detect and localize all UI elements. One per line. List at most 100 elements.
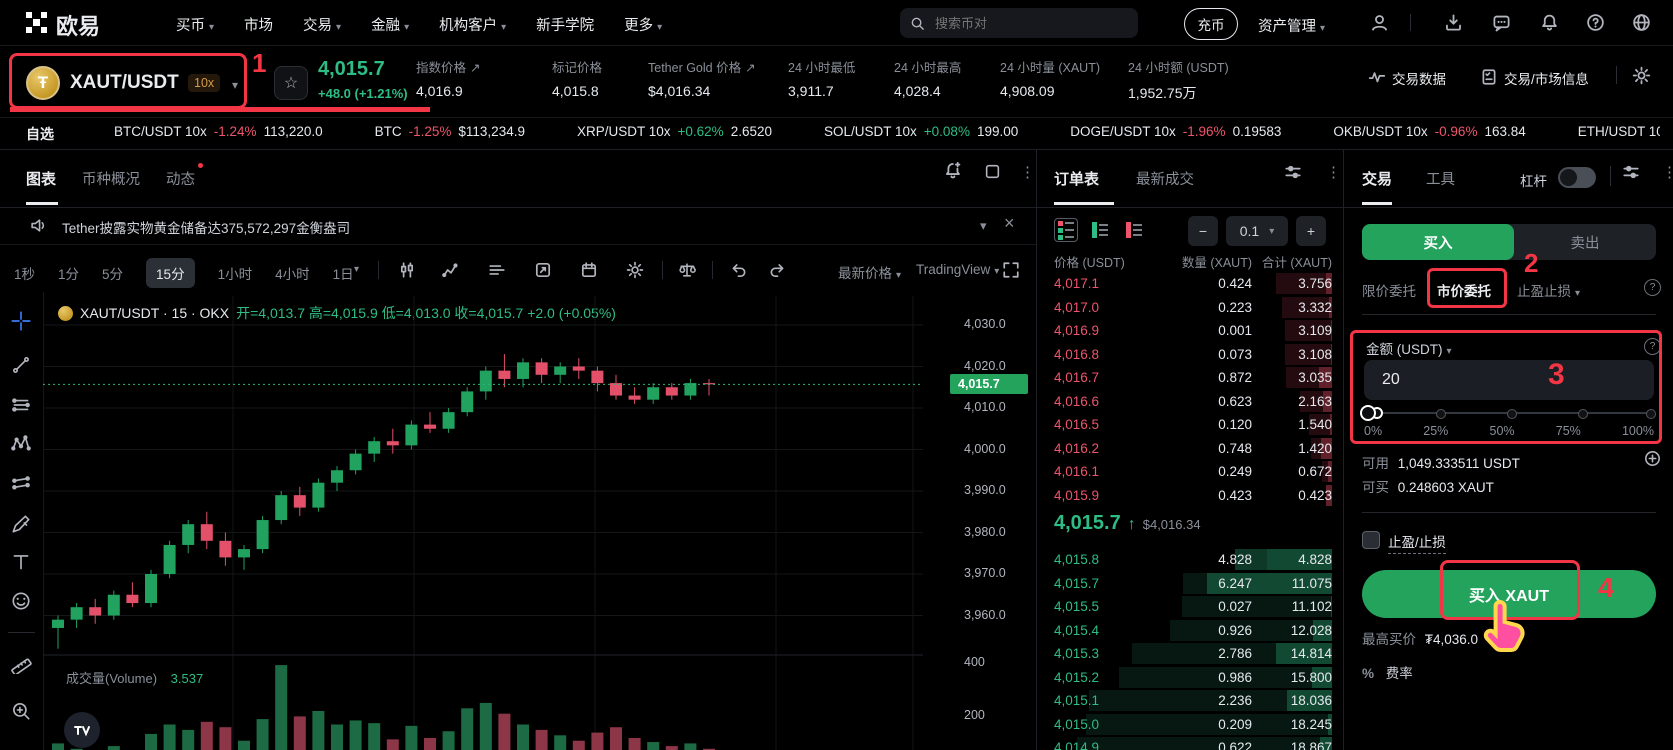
redo-icon[interactable]: [768, 261, 786, 279]
orderbook-ask-row[interactable]: 4,016.90.0013.109: [1044, 319, 1340, 343]
book-view-bids-icon[interactable]: [1088, 218, 1112, 242]
nav-item-交易[interactable]: 交易▾: [303, 14, 341, 35]
tab-last-trades[interactable]: 最新成交: [1136, 168, 1194, 189]
amount-help-icon[interactable]: ?: [1644, 338, 1661, 355]
watch-item[interactable]: BTC/USDT 10x-1.24%113,220.0: [114, 124, 323, 139]
pair-chevron-down-icon[interactable]: ▾: [232, 78, 238, 92]
tick-size-select[interactable]: 0.1▾: [1226, 216, 1288, 246]
zoom-in-tool-icon[interactable]: [10, 700, 32, 722]
watchlist-tab[interactable]: 自选: [26, 124, 54, 144]
external-link-icon[interactable]: ↗: [470, 61, 480, 75]
search-input[interactable]: [900, 8, 1138, 38]
notifications-bell-icon[interactable]: [1540, 13, 1559, 32]
watch-item[interactable]: SOL/USDT 10x+0.08%199.00: [824, 124, 1018, 139]
mid-price-row[interactable]: 4,015.7 ↑ $4,016.34: [1054, 512, 1201, 535]
trendline-tool-icon[interactable]: [10, 354, 32, 376]
channels-tool-icon[interactable]: [10, 394, 32, 416]
orderbook-bid-row[interactable]: 4,015.50.02711.102: [1044, 595, 1340, 619]
tick-increase-button[interactable]: +: [1296, 216, 1326, 246]
order-type-市价委托[interactable]: 市价委托: [1437, 280, 1491, 300]
amount-input[interactable]: 20: [1364, 360, 1654, 400]
nav-item-更多[interactable]: 更多▾: [624, 14, 662, 35]
slider-tick-50[interactable]: [1507, 409, 1517, 419]
timeframe-1秒[interactable]: 1秒: [14, 263, 35, 283]
okx-logo-icon[interactable]: [26, 12, 47, 33]
orderbook-ask-row[interactable]: 4,016.20.7481.420: [1044, 437, 1340, 461]
watch-item[interactable]: ETH/USDT 10x-2.07%4,012.37: [1578, 124, 1660, 139]
trade-data-link[interactable]: 交易数据: [1392, 68, 1446, 88]
orderbook-more-icon[interactable]: ⋮: [1326, 163, 1341, 181]
fullscreen-icon[interactable]: [1002, 261, 1020, 279]
help-icon[interactable]: [1586, 13, 1605, 32]
amount-unit-select[interactable]: 金额 (USDT)▾: [1366, 338, 1452, 358]
watch-item[interactable]: XRP/USDT 10x+0.62%2.6520: [577, 124, 772, 139]
assets-menu[interactable]: 资产管理▾: [1258, 15, 1325, 36]
chart-more-icon[interactable]: ⋮: [1020, 163, 1035, 181]
account-icon[interactable]: [1370, 13, 1389, 32]
timeframe-5分[interactable]: 5分: [102, 263, 123, 283]
announcement-close-icon[interactable]: ×: [1004, 213, 1015, 234]
tab-news[interactable]: 动态: [166, 168, 195, 189]
orderbook-ask-row[interactable]: 4,015.90.4230.423: [1044, 484, 1340, 508]
xabcd-pattern-tool-icon[interactable]: [10, 433, 32, 455]
popout-window-icon[interactable]: [984, 163, 1001, 180]
indicators-icon[interactable]: [442, 261, 460, 279]
watch-item[interactable]: OKB/USDT 10x-0.96%163.84: [1333, 124, 1525, 139]
order-type-help-icon[interactable]: ?: [1644, 279, 1661, 296]
calendar-icon[interactable]: [580, 261, 598, 279]
nav-item-金融[interactable]: 金融▾: [371, 14, 409, 35]
language-globe-icon[interactable]: [1632, 13, 1651, 32]
watch-item[interactable]: BTC-1.25%$113,234.9: [375, 124, 525, 139]
deposit-plus-icon[interactable]: [1644, 450, 1661, 467]
orderbook-ask-row[interactable]: 4,017.10.4243.756: [1044, 272, 1340, 296]
forecast-tool-icon[interactable]: [10, 473, 32, 495]
pair-name[interactable]: XAUT/USDT: [70, 72, 179, 94]
book-view-asks-icon[interactable]: [1122, 218, 1146, 242]
orderbook-bid-row[interactable]: 4,015.00.20918.245: [1044, 713, 1340, 737]
timeframe-1小时[interactable]: 1小时: [218, 263, 253, 283]
orderbook-ask-row[interactable]: 4,016.10.2490.672: [1044, 460, 1340, 484]
emoji-tool-icon[interactable]: [10, 590, 32, 612]
orderbook-ask-row[interactable]: 4,017.00.2233.332: [1044, 296, 1340, 320]
export-chart-icon[interactable]: [534, 261, 552, 279]
price-mode-select[interactable]: 最新价格▾: [838, 262, 901, 282]
timeframe-1日[interactable]: 1日: [333, 263, 354, 283]
slider-tick-75[interactable]: [1578, 409, 1588, 419]
compare-icon[interactable]: [488, 261, 506, 279]
leverage-toggle[interactable]: [1558, 167, 1596, 188]
search-field[interactable]: [933, 15, 1107, 32]
orderbook-bid-row[interactable]: 4,015.20.98615.800: [1044, 666, 1340, 690]
watch-item[interactable]: DOGE/USDT 10x-1.96%0.19583: [1070, 124, 1281, 139]
fee-row[interactable]: % 费率: [1362, 662, 1413, 682]
ticker-settings-gear-icon[interactable]: [1632, 66, 1651, 85]
buy-side-button[interactable]: 买入: [1362, 224, 1514, 260]
timeframe-1分[interactable]: 1分: [58, 263, 79, 283]
nav-item-买币[interactable]: 买币▾: [176, 14, 214, 35]
announcement-expand-icon[interactable]: ▾: [980, 218, 987, 234]
orderbook-ask-row[interactable]: 4,016.60.6232.163: [1044, 390, 1340, 414]
trade-settings-icon[interactable]: [1622, 163, 1640, 181]
tab-chart[interactable]: 图表: [26, 168, 56, 189]
book-view-both-icon[interactable]: [1054, 218, 1078, 242]
orderbook-bid-row[interactable]: 4,015.40.92612.028: [1044, 619, 1340, 643]
favorite-star-button[interactable]: ☆: [274, 66, 308, 100]
orderbook-ask-row[interactable]: 4,016.50.1201.540: [1044, 413, 1340, 437]
orderbook-bid-row[interactable]: 4,015.76.24711.075: [1044, 572, 1340, 596]
timeframe-15分[interactable]: 15分: [146, 258, 195, 288]
tick-decrease-button[interactable]: −: [1188, 216, 1218, 246]
tab-tools[interactable]: 工具: [1426, 168, 1455, 189]
orderbook-bid-row[interactable]: 4,015.84.8284.828: [1044, 548, 1340, 572]
crosshair-tool-icon[interactable]: [10, 310, 32, 332]
market-info-link[interactable]: 交易/市场信息: [1504, 68, 1589, 88]
orderbook-ask-row[interactable]: 4,016.80.0733.108: [1044, 343, 1340, 367]
orderbook-ask-row[interactable]: 4,016.70.8723.035: [1044, 366, 1340, 390]
announcement-text[interactable]: Tether披露实物黄金储备达375,572,297金衡盎司: [62, 217, 350, 237]
vendor-select[interactable]: TradingView▾: [916, 262, 999, 277]
tab-trade[interactable]: 交易: [1362, 168, 1392, 189]
undo-icon[interactable]: [730, 261, 748, 279]
chart-settings-gear-icon[interactable]: [626, 261, 644, 279]
text-tool-icon[interactable]: [10, 551, 32, 573]
download-app-icon[interactable]: [1444, 13, 1463, 32]
nav-item-机构客户[interactable]: 机构客户▾: [439, 14, 506, 35]
candle-style-icon[interactable]: [398, 261, 416, 279]
